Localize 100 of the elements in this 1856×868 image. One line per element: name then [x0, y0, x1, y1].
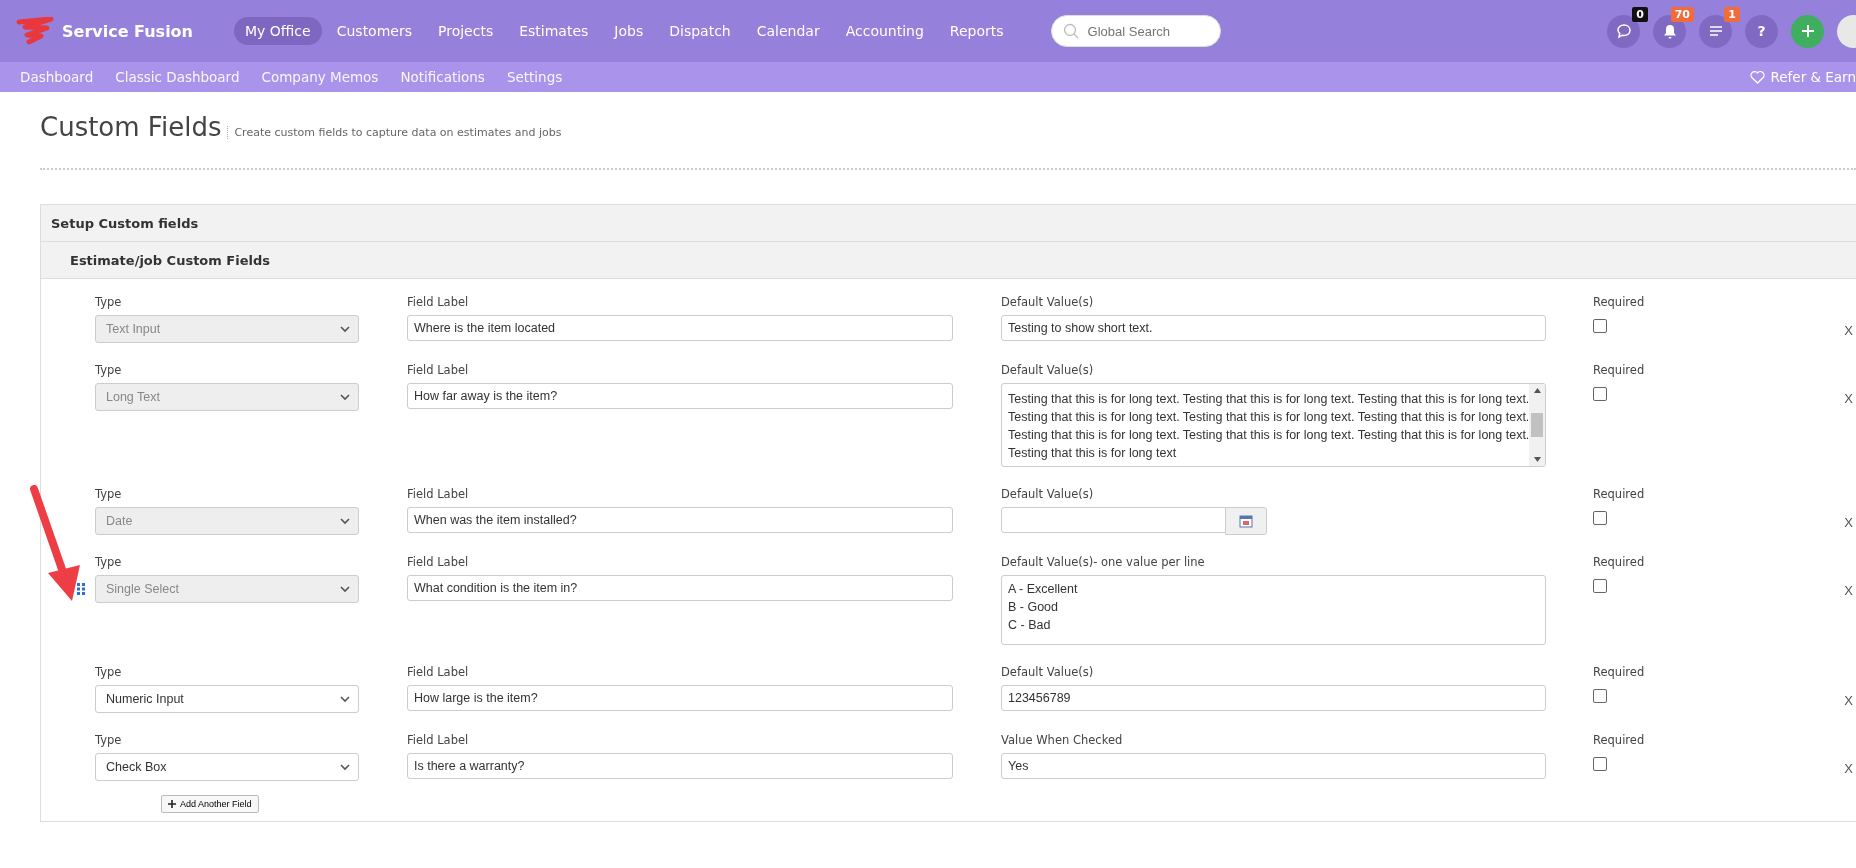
- section-header: Estimate/job Custom Fields: [41, 242, 1856, 279]
- subnav-link[interactable]: Company Memos: [261, 69, 379, 85]
- list-icon: [1708, 25, 1723, 37]
- field-caption: Required: [1593, 555, 1646, 569]
- help-text: ?: [1757, 23, 1766, 39]
- chevron-down-icon: [340, 393, 350, 401]
- text-line: C - Bad: [1008, 617, 1051, 634]
- field-caption: Type: [95, 733, 123, 747]
- field-caption: Type: [95, 555, 123, 569]
- text-line: Testing that this is for long text. Testing that this is for long text. Testing that this is for long text.: [1008, 427, 1530, 444]
- text-line: Testing that this is for long text: [1008, 445, 1177, 462]
- calendar-icon: [1239, 514, 1253, 528]
- remove-link[interactable]: X: [1844, 515, 1853, 530]
- plus-icon: [1800, 24, 1815, 38]
- chevron-down-icon: [340, 763, 350, 771]
- date-field[interactable]: [1001, 507, 1226, 533]
- calendar-button[interactable]: [1225, 507, 1267, 535]
- required-checkbox[interactable]: [1593, 579, 1607, 593]
- subnav-link[interactable]: Dashboard: [20, 69, 94, 85]
- label-field[interactable]: Where is the item located: [407, 315, 953, 341]
- plus-icon: [168, 800, 176, 808]
- nav-tab[interactable]: Dispatch: [658, 17, 742, 45]
- heart-icon: [1749, 70, 1765, 84]
- add-button[interactable]: [1791, 14, 1824, 48]
- field-caption: Default Value(s): [1001, 487, 1095, 501]
- nav-tab[interactable]: Projects: [427, 17, 505, 45]
- search-field[interactable]: Global Search: [1050, 15, 1221, 47]
- label-field[interactable]: What condition is the item in?: [407, 575, 953, 601]
- value-field[interactable]: Testing to show short text.: [1001, 315, 1546, 341]
- nav-tab[interactable]: Customers: [325, 17, 423, 45]
- field-caption: Default Value(s): [1001, 295, 1095, 309]
- field-caption: Required: [1593, 363, 1646, 377]
- text-line: Testing that this is for long text. Testing that this is for long text. Testing that this is for long text.: [1008, 391, 1530, 408]
- remove-link[interactable]: X: [1844, 391, 1853, 406]
- text-line: B - Good: [1008, 599, 1059, 616]
- text-line: Testing that this is for long text. Testing that this is for long text. Testing that this is for long text.: [1008, 409, 1530, 426]
- field-caption: Type: [95, 363, 123, 377]
- nav-tab[interactable]: Estimates: [508, 17, 600, 45]
- scroll-up-icon[interactable]: [1533, 388, 1541, 393]
- value-field[interactable]: Yes: [1001, 753, 1546, 779]
- required-checkbox[interactable]: [1593, 689, 1607, 703]
- chevron-down-icon: [340, 695, 350, 703]
- subnav-link[interactable]: Classic Dashboard: [115, 69, 240, 85]
- field-caption: Field Label: [407, 487, 470, 501]
- required-checkbox[interactable]: [1593, 757, 1607, 771]
- remove-link[interactable]: X: [1844, 323, 1853, 338]
- chevron-down-icon: [340, 517, 350, 525]
- label-field[interactable]: How large is the item?: [407, 685, 953, 711]
- nav-tab[interactable]: My Office: [234, 17, 322, 45]
- subnav-link[interactable]: Settings: [506, 69, 563, 85]
- field-caption: Value When Checked: [1001, 733, 1124, 747]
- field-caption: Type: [95, 487, 123, 501]
- field-caption: Required: [1593, 487, 1646, 501]
- label-field[interactable]: How far away is the item?: [407, 383, 953, 409]
- field-caption: Field Label: [407, 555, 470, 569]
- required-checkbox[interactable]: [1593, 387, 1607, 401]
- refer-link[interactable]: Refer & Earn: [1749, 69, 1856, 85]
- add-field-button[interactable]: Add Another Field: [161, 795, 259, 813]
- chevron-down-icon: [340, 325, 350, 333]
- drag-handle-icon[interactable]: [77, 583, 85, 595]
- nav-tab[interactable]: Accounting: [834, 17, 935, 45]
- count-badge: 0: [1632, 6, 1648, 22]
- field-caption: Default Value(s)- one value per line: [1001, 555, 1206, 569]
- label-field[interactable]: Is there a warranty?: [407, 753, 953, 779]
- required-checkbox[interactable]: [1593, 319, 1607, 333]
- chat-icon: [1615, 23, 1632, 39]
- field-caption: Type: [95, 295, 123, 309]
- brand-name: Service Fusion: [62, 21, 193, 41]
- count-badge: 70: [1670, 6, 1694, 22]
- field-caption: Field Label: [407, 733, 470, 747]
- type-select[interactable]: Numeric Input: [95, 685, 359, 713]
- label-field[interactable]: When was the item installed?: [407, 507, 953, 533]
- field-caption: Field Label: [407, 363, 470, 377]
- options-text-area[interactable]: A - Excellent B - Good C - Bad: [1001, 575, 1546, 645]
- remove-link[interactable]: X: [1844, 761, 1853, 776]
- chevron-down-icon: [340, 585, 350, 593]
- text-line: A - Excellent: [1008, 581, 1078, 598]
- scroll-thumb[interactable]: [1531, 413, 1543, 437]
- field-caption: Required: [1593, 665, 1646, 679]
- field-caption: Field Label: [407, 665, 470, 679]
- value-field[interactable]: 123456789: [1001, 685, 1546, 711]
- remove-link[interactable]: X: [1844, 693, 1853, 708]
- field-caption: Type: [95, 665, 123, 679]
- subnav-link[interactable]: Notifications: [400, 69, 485, 85]
- nav-tab[interactable]: Calendar: [745, 17, 831, 45]
- type-select[interactable]: Check Box: [95, 753, 359, 781]
- page-title: Custom Fields: [40, 112, 222, 142]
- remove-link[interactable]: X: [1844, 583, 1853, 598]
- nav-tab[interactable]: Reports: [938, 17, 1015, 45]
- nav-tab[interactable]: Jobs: [603, 17, 655, 45]
- bell-icon: [1662, 23, 1677, 39]
- long-text-area[interactable]: [1001, 383, 1546, 467]
- page-subtitle: Create custom fields to capture data on estimates and jobs: [227, 126, 562, 139]
- help-button[interactable]: ?: [1745, 14, 1778, 48]
- required-checkbox[interactable]: [1593, 511, 1607, 525]
- scroll-down-icon[interactable]: [1533, 457, 1541, 462]
- field-caption: Required: [1593, 295, 1646, 309]
- search-icon: [1062, 23, 1079, 39]
- field-caption: Default Value(s): [1001, 363, 1095, 377]
- scrollbar[interactable]: [1529, 384, 1545, 466]
